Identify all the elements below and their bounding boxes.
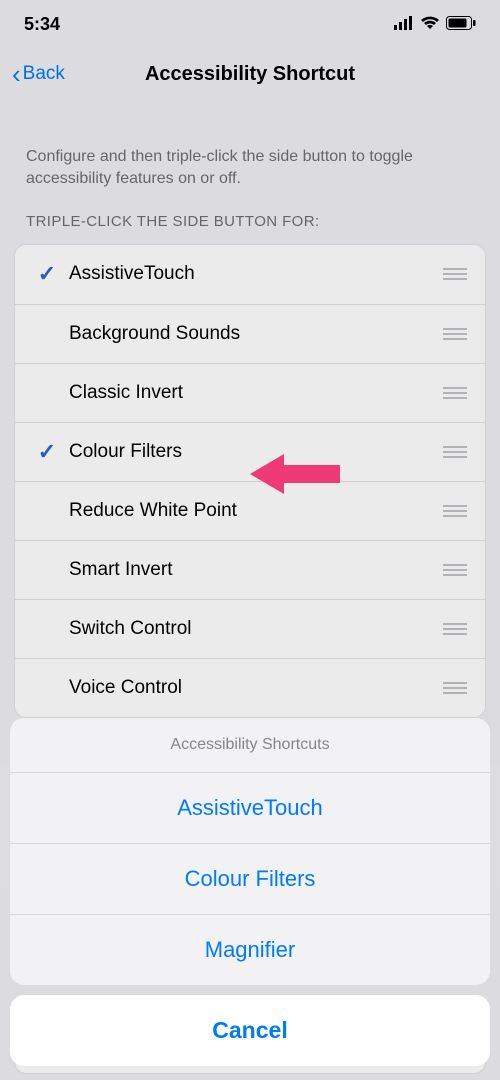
status-indicators: [394, 14, 476, 35]
drag-handle-icon[interactable]: [443, 682, 471, 694]
cancel-button[interactable]: Cancel: [10, 995, 490, 1066]
sheet-title: Accessibility Shortcuts: [10, 718, 490, 772]
checkmark-icon: ✓: [25, 439, 69, 465]
option-classic-invert[interactable]: Classic Invert: [15, 363, 485, 422]
checkmark-icon: ✓: [25, 261, 69, 287]
option-label: Background Sounds: [69, 323, 443, 345]
cellular-icon: [394, 14, 414, 35]
drag-handle-icon[interactable]: [443, 623, 471, 635]
status-time: 5:34: [24, 14, 60, 35]
drag-handle-icon[interactable]: [443, 446, 471, 458]
action-sheet: Accessibility Shortcuts AssistiveTouch C…: [0, 718, 500, 1080]
option-voice-control[interactable]: Voice Control: [15, 658, 485, 717]
option-label: Switch Control: [69, 618, 443, 640]
sheet-option-assistivetouch[interactable]: AssistiveTouch: [10, 772, 490, 843]
back-label: Back: [23, 63, 65, 85]
back-button[interactable]: ‹ Back: [12, 61, 65, 87]
action-sheet-panel: Accessibility Shortcuts AssistiveTouch C…: [10, 718, 490, 985]
status-bar: 5:34: [0, 0, 500, 48]
annotation-arrow-icon: [250, 452, 340, 501]
wifi-icon: [420, 14, 440, 35]
content-scroll[interactable]: Configure and then triple-click the side…: [0, 100, 500, 718]
battery-icon: [446, 14, 476, 35]
nav-bar: ‹ Back Accessibility Shortcut: [0, 48, 500, 100]
option-label: Voice Control: [69, 677, 443, 699]
drag-handle-icon[interactable]: [443, 564, 471, 576]
drag-handle-icon[interactable]: [443, 387, 471, 399]
chevron-left-icon: ‹: [12, 61, 21, 87]
page-title: Accessibility Shortcut: [145, 63, 355, 86]
section-header: TRIPLE-CLICK THE SIDE BUTTON FOR:: [0, 213, 500, 240]
option-label: Smart Invert: [69, 559, 443, 581]
sheet-option-colour-filters[interactable]: Colour Filters: [10, 843, 490, 914]
screen: 5:34 ‹ Back Accessibility Shortcut Confi…: [0, 0, 500, 1080]
option-switch-control[interactable]: Switch Control: [15, 599, 485, 658]
drag-handle-icon[interactable]: [443, 328, 471, 340]
option-smart-invert[interactable]: Smart Invert: [15, 540, 485, 599]
option-label: Classic Invert: [69, 382, 443, 404]
option-label: Reduce White Point: [69, 500, 443, 522]
option-label: AssistiveTouch: [69, 263, 443, 285]
option-assistivetouch[interactable]: ✓ AssistiveTouch: [15, 245, 485, 304]
drag-handle-icon[interactable]: [443, 268, 471, 280]
drag-handle-icon[interactable]: [443, 505, 471, 517]
sheet-option-magnifier[interactable]: Magnifier: [10, 914, 490, 985]
option-background-sounds[interactable]: Background Sounds: [15, 304, 485, 363]
intro-text: Configure and then triple-click the side…: [0, 100, 500, 213]
